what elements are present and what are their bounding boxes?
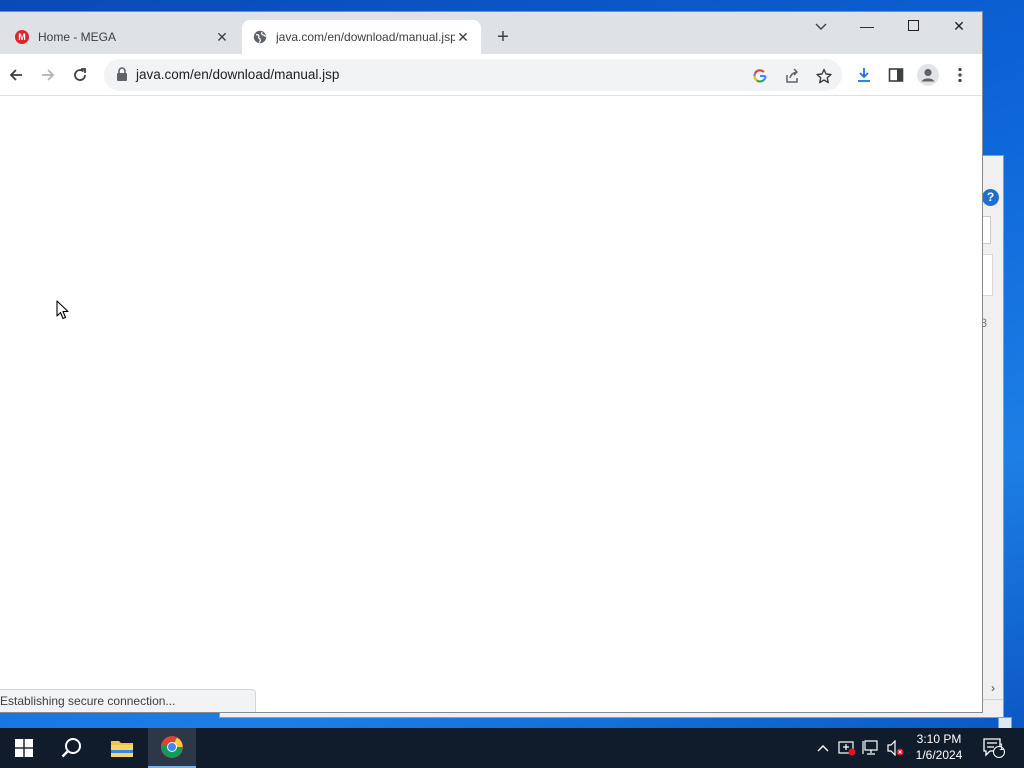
- file-explorer-icon[interactable]: [98, 728, 146, 768]
- reload-button[interactable]: [67, 62, 93, 88]
- clock-date: 1/6/2024: [915, 748, 963, 762]
- notification-count: 1: [999, 742, 1005, 752]
- tab-title: java.com/en/download/manual.jsp: [276, 30, 455, 44]
- volume-muted-icon[interactable]: [884, 728, 906, 768]
- menu-kebab-icon[interactable]: [947, 62, 973, 88]
- globe-icon: [252, 29, 268, 45]
- profile-avatar-icon[interactable]: [915, 62, 941, 88]
- chrome-icon[interactable]: [148, 728, 196, 768]
- address-bar[interactable]: java.com/en/download/manual.jsp: [104, 59, 842, 91]
- close-tab-icon[interactable]: ✕: [455, 29, 471, 45]
- start-icon[interactable]: [0, 728, 48, 768]
- system-clock[interactable]: 3:10 PM 1/6/2024: [906, 731, 972, 763]
- forward-button[interactable]: [35, 62, 61, 88]
- url-text[interactable]: java.com/en/download/manual.jsp: [136, 67, 339, 82]
- network-icon[interactable]: [860, 728, 882, 768]
- back-button[interactable]: [3, 62, 29, 88]
- google-icon[interactable]: [749, 65, 771, 87]
- tab-java-download[interactable]: java.com/en/download/manual.jsp ✕: [242, 20, 481, 54]
- clock-time: 3:10 PM: [916, 732, 962, 746]
- tab-strip: M Home - MEGA ✕ java.com/en/download/man…: [0, 12, 982, 54]
- side-panel-icon[interactable]: [883, 62, 909, 88]
- browser-toolbar: java.com/en/download/manual.jsp: [0, 54, 982, 96]
- page-content: Establishing secure connection...: [0, 97, 982, 712]
- chevron-right-icon[interactable]: ›: [991, 681, 995, 695]
- download-icon[interactable]: [851, 62, 877, 88]
- status-bubble: Establishing secure connection...: [0, 689, 256, 712]
- search-icon[interactable]: [48, 728, 96, 768]
- notification-center-icon[interactable]: 1: [980, 728, 1008, 768]
- window-controls: — ✕: [844, 12, 982, 42]
- taskbar: 3:10 PM 1/6/2024 1: [0, 728, 1024, 768]
- new-tab-button[interactable]: +: [492, 26, 514, 48]
- tab-mega[interactable]: M Home - MEGA ✕: [4, 20, 240, 54]
- security-alert-icon[interactable]: [836, 728, 858, 768]
- chrome-window: M Home - MEGA ✕ java.com/en/download/man…: [0, 12, 982, 712]
- mouse-cursor-icon: [56, 300, 70, 325]
- lock-icon[interactable]: [116, 67, 128, 86]
- tab-search-chevron-icon[interactable]: [810, 16, 832, 38]
- close-window-button[interactable]: ✕: [936, 12, 982, 42]
- help-icon[interactable]: ?: [982, 189, 999, 206]
- minimize-button[interactable]: —: [844, 12, 890, 42]
- show-hidden-icons-chevron-icon[interactable]: [814, 728, 832, 768]
- share-icon[interactable]: [781, 65, 803, 87]
- maximize-button[interactable]: [890, 12, 936, 42]
- bookmark-star-icon[interactable]: [813, 65, 835, 87]
- mega-icon: M: [14, 29, 30, 45]
- close-tab-icon[interactable]: ✕: [214, 29, 230, 45]
- tab-title: Home - MEGA: [38, 30, 117, 44]
